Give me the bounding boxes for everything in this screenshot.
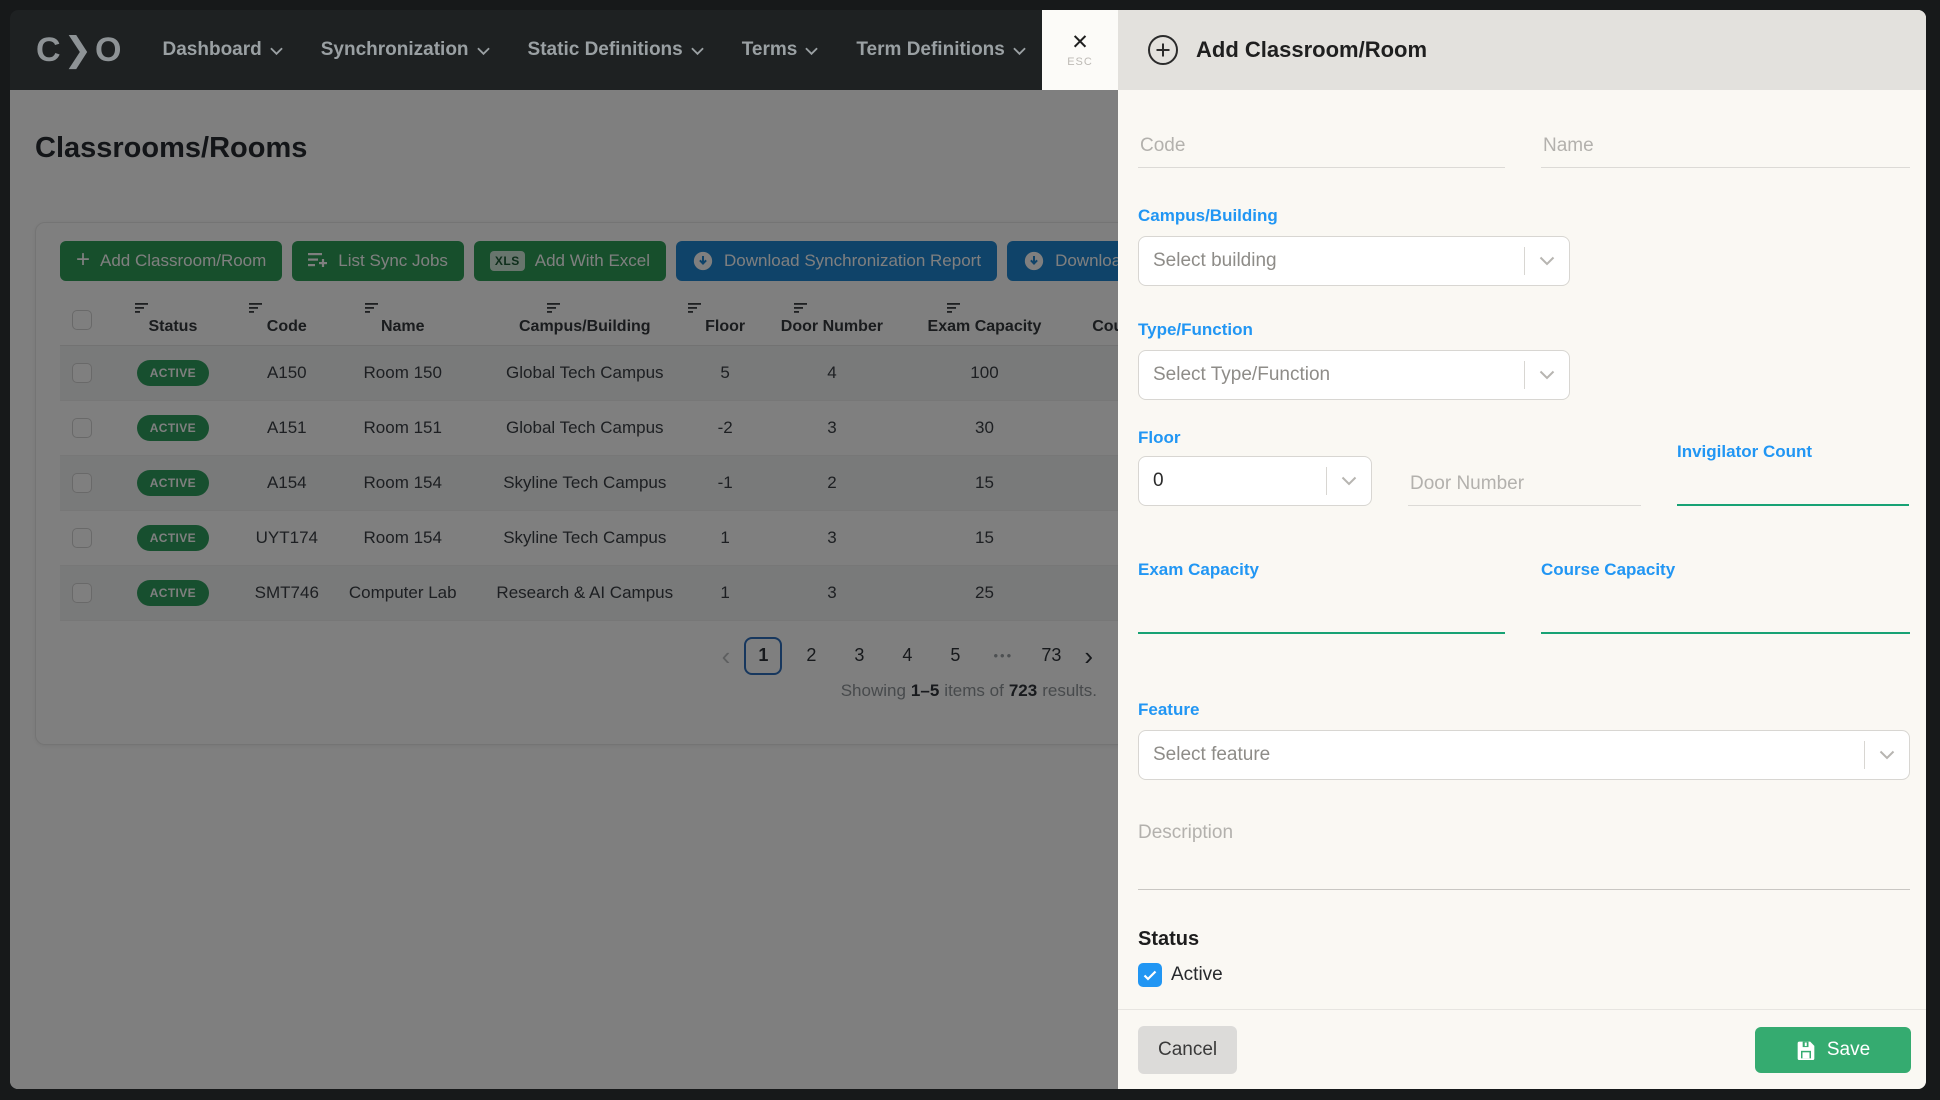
nav-item-label: Static Definitions [528,39,683,61]
active-checkbox[interactable] [1138,963,1162,987]
chevron-down-icon [1525,256,1569,266]
plus-circle-icon [1146,33,1180,67]
floor-select[interactable]: 0 [1138,456,1372,506]
app-logo: C❯O [36,30,125,70]
drawer-footer: Cancel Save [1118,1009,1926,1089]
exam-capacity-field[interactable] [1138,590,1505,634]
campus-building-select[interactable]: Select building [1138,236,1570,286]
nav-item[interactable]: Static Definitions [528,39,704,61]
name-field[interactable] [1541,124,1910,168]
exam-capacity-label: Exam Capacity [1138,560,1505,580]
type-function-label: Type/Function [1138,320,1910,340]
nav-item-label: Term Definitions [856,39,1005,61]
drawer-close-button[interactable]: ✕ ESC [1042,10,1118,90]
nav-item[interactable]: Term Definitions [856,39,1026,61]
nav-menu: Dashboard Synchronization Static Definit… [163,39,1195,61]
course-capacity-field[interactable] [1541,590,1910,634]
chevron-down-icon [270,47,283,56]
feature-label: Feature [1138,700,1910,720]
save-button[interactable]: Save [1755,1027,1911,1073]
drawer-header: Add Classroom/Room [1118,10,1926,90]
chevron-down-icon [1013,47,1026,56]
chevron-down-icon [477,47,490,56]
chevron-down-icon [1865,750,1909,760]
chevron-down-icon [1327,476,1371,486]
status-label: Status [1138,928,1910,951]
nav-item[interactable]: Terms [742,39,819,61]
active-checkbox-label: Active [1171,964,1223,986]
floor-label: Floor [1138,428,1372,448]
chevron-down-icon [805,47,818,56]
invigilator-count-label: Invigilator Count [1677,442,1909,462]
check-icon [1143,970,1157,981]
nav-item[interactable]: Synchronization [321,39,490,61]
description-field[interactable]: Description [1138,810,1910,890]
chevron-down-icon [1525,370,1569,380]
door-number-field[interactable] [1408,462,1641,506]
nav-item-label: Terms [742,39,798,61]
feature-select[interactable]: Select feature [1138,730,1910,780]
invigilator-count-field[interactable] [1677,462,1909,506]
type-function-select[interactable]: Select Type/Function [1138,350,1570,400]
drawer-title: Add Classroom/Room [1196,37,1427,63]
code-field[interactable] [1138,124,1505,168]
campus-building-label: Campus/Building [1138,206,1910,226]
course-capacity-label: Course Capacity [1541,560,1910,580]
nav-item-label: Dashboard [163,39,262,61]
cancel-button[interactable]: Cancel [1138,1026,1237,1074]
chevron-down-icon [691,47,704,56]
nav-item-label: Synchronization [321,39,469,61]
close-icon: ✕ [1071,32,1089,53]
add-classroom-drawer: Add Classroom/Room Campus/Building Selec… [1118,10,1926,1089]
nav-item[interactable]: Dashboard [163,39,283,61]
drawer-form: Campus/Building Select building Type/Fun… [1118,90,1926,1009]
save-floppy-icon [1796,1040,1816,1060]
